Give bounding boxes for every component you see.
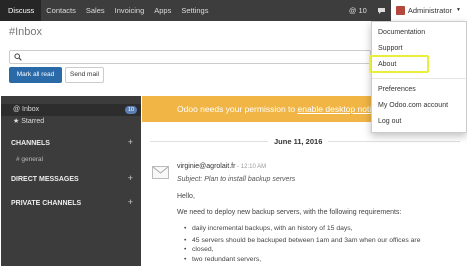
envelope-icon [152,166,169,179]
menu-divider [372,78,466,79]
speech-bubble-icon [377,7,385,14]
message-bullet: two redundant servers, [184,256,261,263]
messages-count: 10 [358,6,367,15]
nav-apps[interactable]: Apps [149,0,176,21]
discuss-sidebar: @ Inbox 10 ★ Starred CHANNELS + # genera… [1,96,141,266]
about-highlight-box [369,55,429,73]
inbox-count-badge: 10 [124,106,137,114]
author-email[interactable]: virginie@agrolait.fr [177,163,235,170]
avatar [395,6,405,15]
menu-item-odoo-account[interactable]: My Odoo.com account [378,102,448,109]
sidebar-item-label: @ Inbox [13,106,40,113]
message-bullet: 45 servers should be backuped between 1a… [184,237,421,244]
private-channels-heading[interactable]: PRIVATE CHANNELS [11,200,141,207]
sidebar-item-inbox[interactable]: @ Inbox 10 [1,104,141,116]
nav-discuss[interactable]: Discuss [0,0,42,21]
nav-settings[interactable]: Settings [176,0,213,21]
nav-invoicing[interactable]: Invoicing [110,0,150,21]
menu-item-logout[interactable]: Log out [378,118,401,125]
search-input[interactable] [9,50,371,64]
caret-down-icon: ▼ [456,7,461,13]
mark-all-read-button[interactable]: Mark all read [9,67,62,83]
page-title: #Inbox [9,26,43,38]
add-private-channel-icon[interactable]: + [128,197,133,207]
direct-messages-heading[interactable]: DIRECT MESSAGES [11,176,141,183]
banner-text: Odoo needs your permission to [177,104,298,114]
chat-icon[interactable] [372,0,391,21]
message-time: - 12:10 AM [235,164,267,170]
messages-indicator[interactable]: @ 10 [344,0,372,21]
send-mail-button[interactable]: Send mail [65,67,104,83]
nav-contacts[interactable]: Contacts [41,0,81,21]
sidebar-item-general[interactable]: # general [16,156,43,163]
message-intro: We need to deploy new backup servers, wi… [177,209,402,216]
message-subject: Subject: Plan to install backup servers [177,176,296,183]
nav-sales[interactable]: Sales [81,0,110,21]
channels-heading[interactable]: CHANNELS [11,140,141,147]
date-label: June 11, 2016 [268,137,329,146]
user-name: Administrator [407,6,453,15]
sidebar-item-label: ★ Starred [13,118,45,125]
top-navbar: Discuss Contacts Sales Invoicing Apps Se… [0,0,467,21]
at-icon: @ [348,6,359,15]
message-bullet-continuation: closed, [184,246,213,253]
menu-item-support[interactable]: Support [378,45,403,52]
add-channel-icon[interactable]: + [128,137,133,147]
search-icon [14,53,22,63]
message-greeting: Hello, [177,193,195,200]
menu-item-documentation[interactable]: Documentation [378,29,425,36]
user-dropdown-menu: Documentation Support About Preferences … [371,21,467,133]
add-direct-message-icon[interactable]: + [128,173,133,183]
message-author[interactable]: virginie@agrolait.fr - 12:10 AM [177,163,266,170]
menu-item-preferences[interactable]: Preferences [378,86,416,93]
sidebar-item-starred[interactable]: ★ Starred [1,116,141,128]
app-menu: Discuss Contacts Sales Invoicing Apps Se… [0,0,213,21]
systray: @ 10 Administrator ▼ [344,0,467,21]
message-bullet: daily incremental backups, with an histo… [184,225,353,232]
user-menu-toggle[interactable]: Administrator ▼ [390,0,467,21]
